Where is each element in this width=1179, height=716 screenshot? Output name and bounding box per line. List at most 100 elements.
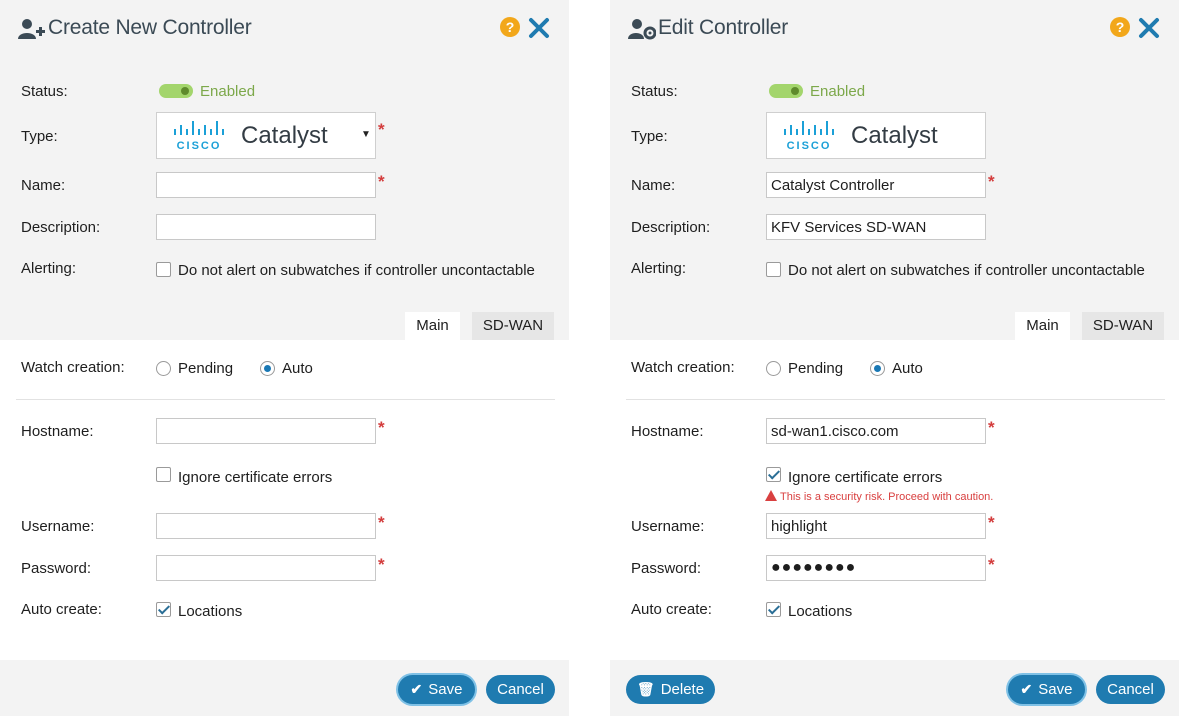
type-label: Type:: [631, 128, 668, 145]
cancel-button[interactable]: Cancel: [486, 675, 555, 704]
dialog-header-area: [610, 0, 1179, 340]
user-settings-icon: [628, 19, 656, 40]
password-label: Password:: [21, 560, 92, 577]
close-icon[interactable]: [528, 17, 550, 39]
auto-create-checkbox[interactable]: [156, 602, 171, 617]
security-warning: This is a security risk. Proceed with ca…: [765, 489, 993, 503]
cancel-button-label: Cancel: [497, 681, 544, 698]
help-icon[interactable]: ?: [500, 17, 520, 37]
divider: [16, 399, 555, 400]
alert-checkbox[interactable]: [156, 262, 171, 277]
watch-pending-label: Pending: [788, 360, 844, 377]
svg-text:CISCO: CISCO: [787, 140, 832, 151]
password-field[interactable]: [156, 555, 376, 581]
check-icon: ✔: [410, 681, 423, 697]
status-toggle[interactable]: [159, 84, 193, 98]
watch-pending-radio[interactable]: [766, 361, 781, 376]
password-label: Password:: [631, 560, 702, 577]
status-toggle-text: Enabled: [810, 83, 866, 100]
create-controller-dialog: Create New Controller ? Status: Enabled …: [0, 0, 569, 716]
watch-creation-label: Watch creation:: [21, 359, 125, 376]
tab-main[interactable]: Main: [405, 312, 460, 340]
cancel-button-label: Cancel: [1107, 681, 1154, 698]
type-display: CISCO Catalyst: [766, 112, 986, 159]
hostname-field[interactable]: [766, 418, 986, 444]
required-mark: *: [378, 513, 385, 532]
name-label: Name:: [631, 177, 676, 194]
username-field[interactable]: [766, 513, 986, 539]
cisco-logo: CISCO: [174, 121, 224, 151]
name-field[interactable]: [156, 172, 376, 198]
alerting-label: Alerting:: [631, 260, 687, 277]
description-label: Description:: [21, 219, 101, 236]
hostname-label: Hostname:: [21, 423, 94, 440]
tab-sd-wan[interactable]: SD-WAN: [472, 312, 554, 340]
ignore-cert-checkbox[interactable]: [156, 467, 171, 482]
save-button-label: Save: [428, 681, 463, 698]
username-label: Username:: [21, 518, 95, 535]
edit-controller-dialog: Edit Controller ? Status: Enabled Type: …: [610, 0, 1179, 716]
auto-create-locations-label: Locations: [788, 603, 853, 620]
alert-checkbox-label: Do not alert on subwatches if controller…: [788, 262, 1145, 279]
watch-creation-label: Watch creation:: [631, 359, 735, 376]
dialog-header-area: [0, 0, 569, 340]
status-toggle-text: Enabled: [200, 83, 256, 100]
password-field[interactable]: ●●●●●●●●: [766, 555, 986, 581]
watch-auto-label: Auto: [892, 360, 923, 377]
status-toggle[interactable]: [769, 84, 803, 98]
alert-checkbox-label: Do not alert on subwatches if controller…: [178, 262, 535, 279]
name-field[interactable]: [766, 172, 986, 198]
required-mark: *: [378, 120, 385, 139]
ignore-cert-label: Ignore certificate errors: [178, 469, 333, 486]
security-warning-text: This is a security risk. Proceed with ca…: [780, 491, 994, 503]
username-field[interactable]: [156, 513, 376, 539]
save-button[interactable]: ✔ Save: [398, 675, 475, 704]
watch-auto-label: Auto: [282, 360, 313, 377]
chevron-down-icon: ▼: [361, 129, 371, 140]
required-mark: *: [988, 555, 995, 574]
name-label: Name:: [21, 177, 66, 194]
hostname-label: Hostname:: [631, 423, 704, 440]
tab-sd-wan[interactable]: SD-WAN: [1082, 312, 1164, 340]
watch-pending-radio[interactable]: [156, 361, 171, 376]
save-button[interactable]: ✔ Save: [1008, 675, 1085, 704]
required-mark: *: [988, 513, 995, 532]
type-label: Type:: [21, 128, 58, 145]
auto-create-label: Auto create:: [21, 601, 102, 618]
cancel-button[interactable]: Cancel: [1096, 675, 1165, 704]
username-label: Username:: [631, 518, 705, 535]
alert-checkbox[interactable]: [766, 262, 781, 277]
description-field[interactable]: [766, 214, 986, 240]
dialog-title: Create New Controller: [48, 16, 252, 39]
status-label: Status:: [631, 83, 678, 100]
watch-auto-radio[interactable]: [260, 361, 275, 376]
help-icon[interactable]: ?: [1110, 17, 1130, 37]
required-mark: *: [378, 555, 385, 574]
type-select[interactable]: CISCO Catalyst ▼: [156, 112, 376, 159]
description-label: Description:: [631, 219, 711, 236]
trash-icon: 🗑: [636, 681, 655, 697]
required-mark: *: [988, 418, 995, 437]
tab-main[interactable]: Main: [1015, 312, 1070, 340]
delete-button[interactable]: 🗑 Delete: [626, 675, 715, 704]
required-mark: *: [378, 172, 385, 191]
auto-create-label: Auto create:: [631, 601, 712, 618]
ignore-cert-checkbox[interactable]: [766, 467, 781, 482]
divider: [626, 399, 1165, 400]
required-mark: *: [378, 418, 385, 437]
save-button-label: Save: [1038, 681, 1073, 698]
type-brand-text: Catalyst: [851, 122, 938, 149]
watch-auto-radio[interactable]: [870, 361, 885, 376]
svg-text:CISCO: CISCO: [177, 140, 222, 151]
close-icon[interactable]: [1138, 17, 1160, 39]
watch-pending-label: Pending: [178, 360, 234, 377]
dialog-title: Edit Controller: [658, 16, 789, 39]
hostname-field[interactable]: [156, 418, 376, 444]
description-field[interactable]: [156, 214, 376, 240]
warning-icon: [765, 490, 777, 501]
required-mark: *: [988, 172, 995, 191]
check-icon: ✔: [1020, 681, 1033, 697]
type-brand-text: Catalyst: [241, 122, 328, 149]
auto-create-checkbox[interactable]: [766, 602, 781, 617]
user-add-icon: [18, 19, 45, 39]
